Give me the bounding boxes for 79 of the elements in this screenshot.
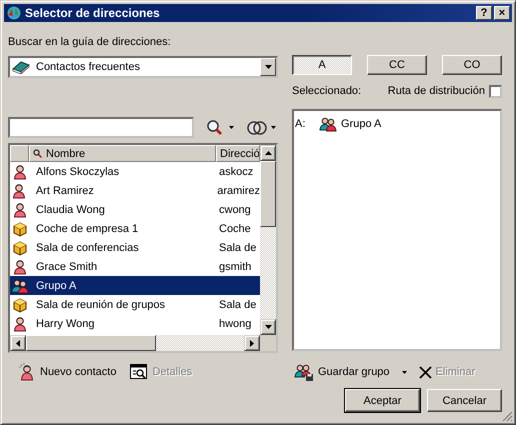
dropdown-arrow-icon [264,65,272,69]
cube-icon [12,240,28,256]
address-cell-text: askocz [218,166,254,178]
search-button[interactable] [206,118,234,136]
distribution-route-checkbox[interactable] [489,84,502,98]
recipient-field-button[interactable]: CO [442,55,502,75]
contact-row[interactable]: Grace Smith gsmith [10,257,260,276]
address-cell-text: Coche [218,222,251,234]
contact-row[interactable]: Art Ramirez aramirez [10,181,260,200]
caret-icon [271,126,276,129]
cube-icon [12,296,28,312]
address-cell-text: gsmith [218,260,252,272]
cancel-button[interactable]: Cancelar [427,389,502,412]
search-icon [33,149,42,158]
save-group-button[interactable]: Guardar grupo [294,363,407,381]
contact-row[interactable]: Coche de empresa 1 Coche [10,219,260,238]
up-arrow-icon [264,151,272,155]
close-button[interactable]: × [494,6,510,20]
name-cell-text: Sala de conferencias [35,242,140,254]
name-cell-text: Alfons Skoczylas [35,166,120,178]
address-cell-text: Sala de [218,242,256,254]
left-arrow-icon [16,340,20,346]
field-label: A: [295,118,306,130]
horizontal-scrollbar[interactable] [10,335,260,351]
person-icon [12,316,28,332]
person-icon [12,202,28,218]
contact-row[interactable]: Grupo A [10,276,260,295]
cube-icon [12,220,28,236]
group-icon [10,278,28,294]
filter-button[interactable] [246,120,276,136]
scrollbar-corner [260,335,276,351]
details-window-icon [130,364,148,380]
overlapping-circles-icon [246,120,268,136]
contact-row[interactable]: Harry Wong hwong [10,314,260,333]
globe-icon [6,5,22,21]
help-button[interactable]: ? [476,6,492,20]
down-arrow-icon [264,325,272,329]
contact-row[interactable]: Claudia Wong cwong [10,200,260,219]
person-icon [12,258,28,274]
name-cell-text: Grupo A [35,280,78,292]
person-icon [12,164,28,180]
caret-icon [402,370,407,374]
address-cell-text: Sala de [218,298,256,310]
resize-grip-icon [501,410,513,422]
name-cell-text: Harry Wong [35,318,96,330]
group-icon [319,116,337,132]
recipient-field-button[interactable]: A [292,55,352,75]
new-contact-button[interactable]: Nuevo contacto [18,363,116,381]
contact-row[interactable]: Sala de reunión de grupos Sala de [10,295,260,314]
accept-button[interactable]: Aceptar [345,389,420,412]
address-book-label: Buscar en la guía de direcciones: [8,36,172,50]
book-icon [12,60,30,74]
search-field[interactable] [8,117,194,138]
column-header[interactable] [10,145,29,162]
name-cell-text: Grace Smith [35,260,98,272]
selected-label: Seleccionado: [292,85,362,97]
name-cell-text: Sala de reunión de grupos [35,298,166,310]
address-book-dropdown[interactable]: Contactos frecuentes [8,56,278,78]
person-icon [18,363,36,381]
address-cell-text: aramirez [216,184,260,196]
right-arrow-icon [250,340,254,346]
name-cell-text: Claudia Wong [35,204,106,216]
caret-icon [229,126,234,129]
column-header[interactable]: Direcció [216,145,260,162]
recipient-field-button[interactable]: CC [367,55,427,75]
window-title: Selector de direcciones [25,6,161,20]
address-cell-text: hwong [218,318,252,330]
person-icon [11,182,28,198]
address-cell-text: cwong [218,204,251,216]
distribution-route-label: Ruta de distribución [388,85,485,97]
name-cell-text: Coche de empresa 1 [35,222,140,234]
recipient-name[interactable]: Grupo A [341,118,382,130]
name-cell-text: Art Ramirez [34,184,95,196]
vertical-scrollbar[interactable] [260,145,276,351]
column-header[interactable]: Nombre [29,145,216,162]
contact-row[interactable]: Alfons Skoczylas askocz [10,162,260,181]
contact-row[interactable]: Sala de conferencias Sala de [10,238,260,257]
delete-icon [418,366,432,378]
group-save-icon [294,363,314,381]
